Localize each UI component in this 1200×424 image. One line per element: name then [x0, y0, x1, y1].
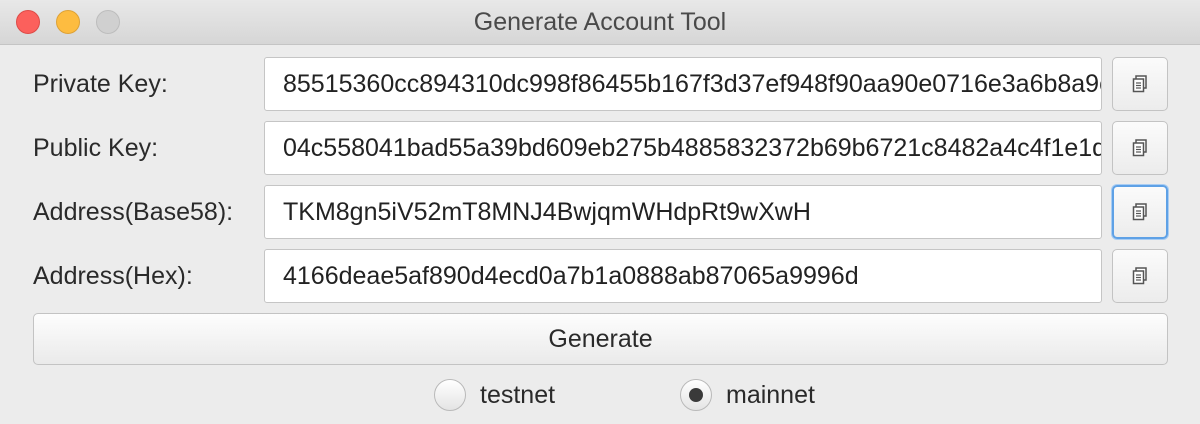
radio-selected-dot [689, 388, 703, 402]
public-key-field[interactable]: 04c558041bad55a39bd609eb275b4885832372b6… [264, 121, 1102, 175]
copy-address-base58-button[interactable] [1112, 185, 1168, 239]
private-key-field[interactable]: 85515360cc894310dc998f86455b167f3d37ef94… [264, 57, 1102, 111]
address-base58-label: Address(Base58): [33, 198, 234, 226]
generate-button[interactable]: Generate [33, 313, 1168, 365]
mainnet-radio[interactable] [680, 379, 712, 411]
mainnet-option[interactable]: mainnet [680, 375, 815, 415]
copy-icon [1132, 75, 1147, 93]
copy-address-hex-button[interactable] [1112, 249, 1168, 303]
copy-icon [1132, 267, 1147, 285]
copy-icon [1132, 203, 1147, 221]
copy-public-key-button[interactable] [1112, 121, 1168, 175]
public-key-row: Public Key: 04c558041bad55a39bd609eb275b… [0, 121, 1200, 175]
private-key-row: Private Key: 85515360cc894310dc998f86455… [0, 57, 1200, 111]
address-hex-field[interactable]: 4166deae5af890d4ecd0a7b1a0888ab87065a999… [264, 249, 1102, 303]
address-hex-row: Address(Hex): 4166deae5af890d4ecd0a7b1a0… [0, 249, 1200, 303]
app-window: Generate Account Tool Private Key: 85515… [0, 0, 1200, 424]
public-key-label: Public Key: [33, 134, 159, 162]
address-base58-row: Address(Base58): TKM8gn5iV52mT8MNJ4Bwjqm… [0, 185, 1200, 239]
mainnet-label: mainnet [726, 380, 815, 409]
testnet-radio[interactable] [434, 379, 466, 411]
address-hex-label: Address(Hex): [33, 262, 193, 290]
window-title: Generate Account Tool [473, 8, 727, 36]
testnet-label: testnet [480, 380, 556, 409]
title-bar: Generate Account Tool [0, 0, 1200, 45]
private-key-label: Private Key: [33, 70, 168, 98]
copy-icon [1132, 139, 1147, 157]
testnet-option[interactable]: testnet [434, 375, 555, 415]
address-base58-field[interactable]: TKM8gn5iV52mT8MNJ4BwjqmWHdpRt9wXwH [264, 185, 1102, 239]
copy-private-key-button[interactable] [1112, 57, 1168, 111]
